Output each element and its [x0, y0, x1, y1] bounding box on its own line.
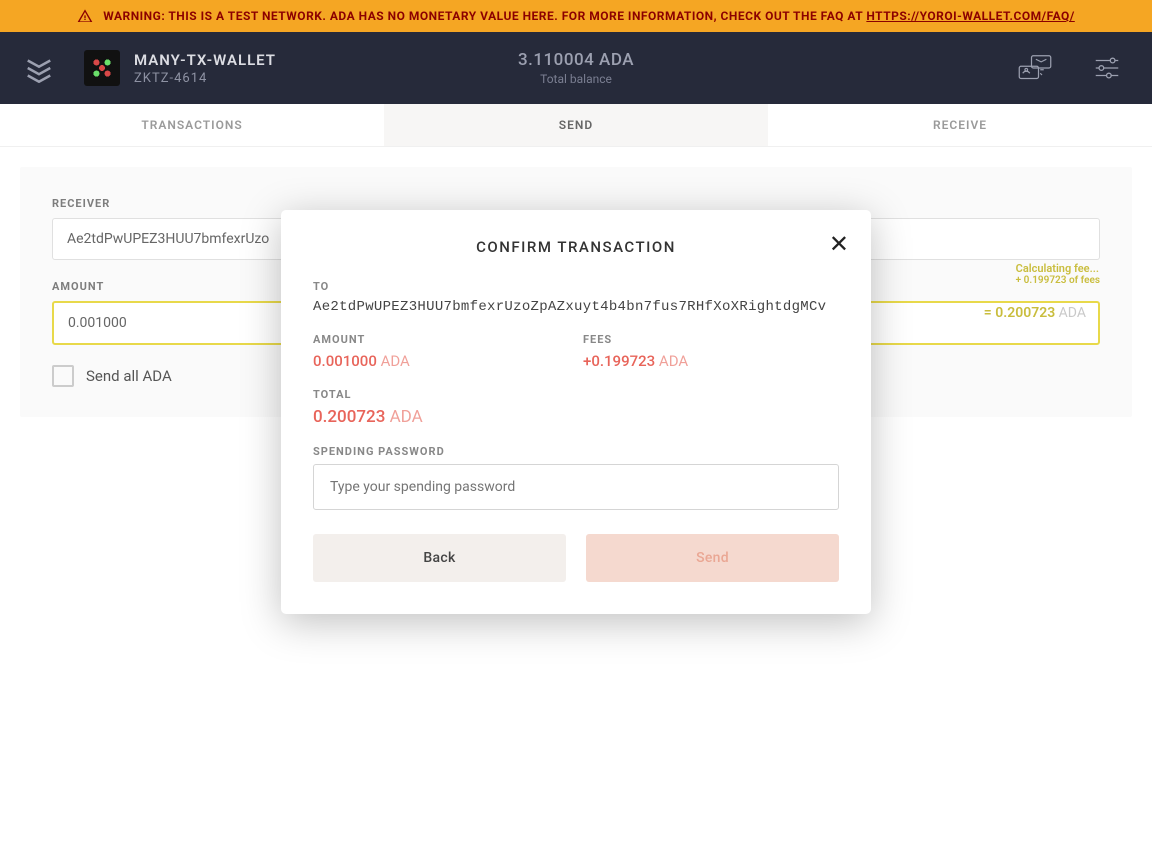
modal-total-label: TOTAL	[313, 388, 839, 401]
spending-password-label: SPENDING PASSWORD	[313, 445, 839, 458]
confirm-transaction-modal: CONFIRM TRANSACTION ✕ TO Ae2tdPwUPEZ3HUU…	[281, 210, 871, 614]
modal-overlay: CONFIRM TRANSACTION ✕ TO Ae2tdPwUPEZ3HUU…	[0, 0, 1152, 847]
modal-total-value: 0.200723 ADA	[313, 407, 839, 427]
back-button[interactable]: Back	[313, 534, 566, 582]
modal-fees-value: +0.199723 ADA	[583, 352, 688, 370]
to-address: Ae2tdPwUPEZ3HUU7bmfexrUzoZpAZxuyt4b4bn7f…	[313, 299, 839, 315]
modal-fees-label: FEES	[583, 333, 688, 346]
modal-amount-label: AMOUNT	[313, 333, 543, 346]
spending-password-input[interactable]	[313, 464, 839, 510]
send-button[interactable]: Send	[586, 534, 839, 582]
to-label: TO	[313, 280, 839, 293]
modal-title: CONFIRM TRANSACTION	[313, 238, 839, 256]
modal-amount-value: 0.001000 ADA	[313, 352, 543, 370]
close-icon[interactable]: ✕	[829, 232, 849, 256]
